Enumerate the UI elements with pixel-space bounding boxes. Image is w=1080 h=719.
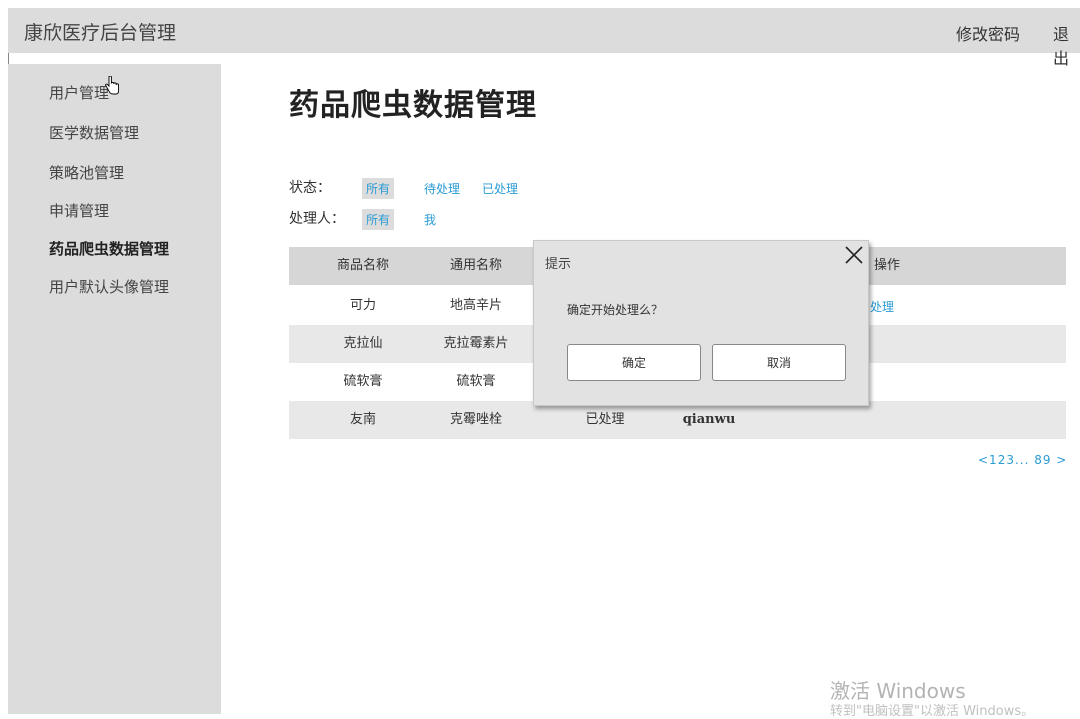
product-name-cell: 友南 (349, 412, 376, 427)
column-header-generic-name: 通用名称 (449, 258, 502, 273)
sidebar-item-strategy-pool[interactable]: 策略池管理 (49, 162, 124, 183)
page-title: 药品爬虫数据管理 (289, 88, 537, 123)
confirm-dialog: 提示 确定开始处理么？ 确定 取消 (533, 240, 869, 406)
product-name-cell: 克拉仙 (343, 336, 383, 351)
dialog-message: 确定开始处理么？ (567, 303, 664, 317)
hand-cursor-icon (105, 76, 119, 95)
pagination[interactable]: <123... 89 > (978, 453, 1067, 467)
handler-filter-label: 处理人： (289, 211, 345, 227)
activation-watermark-subtitle: 转到"电脑设置"以激活 Windows。 (830, 704, 1035, 719)
generic-name-cell: 地高辛片 (449, 298, 502, 313)
generic-name-cell: 克拉霉素片 (443, 336, 509, 351)
sidebar-item-default-avatar[interactable]: 用户默认头像管理 (49, 276, 169, 297)
table-row: 友南 克霉唑栓 已处理 qianwu (289, 401, 1066, 439)
status-filter-processed[interactable]: 已处理 (478, 178, 522, 199)
product-name-cell: 可力 (349, 298, 376, 313)
close-icon[interactable] (842, 243, 866, 267)
sidebar-item-user-management[interactable]: 用户管理 (49, 82, 109, 103)
sidebar-item-medical-data[interactable]: 医学数据管理 (49, 122, 139, 143)
handler-cell: qianwu (682, 412, 736, 427)
column-header-action: 操作 (873, 258, 900, 273)
column-header-product-name: 商品名称 (336, 258, 389, 273)
product-name-cell: 硫软膏 (343, 374, 383, 389)
sidebar-item-drug-crawler-data[interactable]: 药品爬虫数据管理 (49, 238, 169, 259)
generic-name-cell: 硫软膏 (456, 374, 496, 389)
status-cell: 已处理 (585, 412, 625, 427)
status-filter-all[interactable]: 所有 (362, 178, 395, 199)
change-password-link[interactable]: 修改密码 (956, 21, 1020, 45)
status-filter-label: 状态： (289, 180, 331, 196)
status-filter-pending[interactable]: 待处理 (420, 178, 464, 199)
generic-name-cell: 克霉唑栓 (449, 412, 502, 427)
cancel-button[interactable]: 取消 (712, 344, 846, 381)
handler-filter-me[interactable]: 我 (420, 209, 440, 230)
sidebar: 用户管理 医学数据管理 策略池管理 申请管理 药品爬虫数据管理 用户默认头像管理 (8, 64, 221, 714)
handler-filter-all[interactable]: 所有 (362, 209, 395, 230)
logout-link[interactable]: 退出 (1053, 21, 1080, 69)
process-action-link[interactable]: 处理 (870, 298, 894, 315)
top-bar: 康欣医疗后台管理 修改密码 退出 (8, 8, 1080, 68)
app-title: 康欣医疗后台管理 (24, 22, 177, 44)
confirm-button[interactable]: 确定 (567, 344, 701, 381)
sidebar-item-applications[interactable]: 申请管理 (49, 200, 109, 221)
dialog-title: 提示 (545, 257, 572, 272)
